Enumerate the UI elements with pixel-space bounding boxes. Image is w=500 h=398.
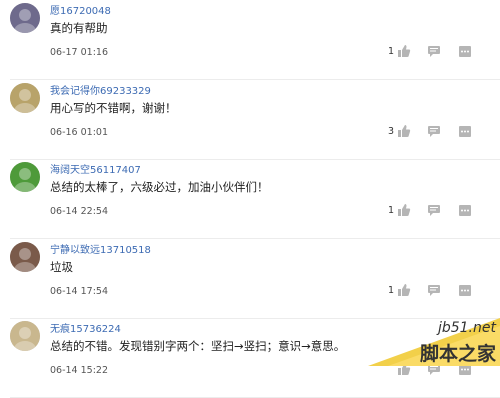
avatar-image: [10, 321, 40, 351]
username-link[interactable]: 海阔天空56117407: [50, 161, 141, 176]
reply-icon[interactable]: [427, 284, 441, 297]
thumbs-up-icon[interactable]: [397, 283, 411, 297]
thumbs-up-icon[interactable]: [397, 203, 411, 217]
avatar[interactable]: [10, 321, 40, 351]
avatar[interactable]: [10, 162, 40, 192]
avatar-image: [10, 162, 40, 192]
like-count: 3: [387, 126, 394, 137]
comment-actions: 1: [386, 203, 486, 219]
like-count: 1: [387, 285, 394, 296]
username-link[interactable]: 愿16720048: [50, 2, 111, 17]
avatar[interactable]: [10, 3, 40, 33]
comment-actions: 1: [386, 283, 486, 299]
watermark-name: 脚本之家: [419, 343, 496, 365]
comment-time: 06-14 15:22: [50, 365, 109, 376]
comment-actions: 1: [386, 44, 486, 60]
reply-icon[interactable]: [427, 45, 441, 58]
avatar-image: [10, 83, 40, 113]
more-options-icon[interactable]: [458, 45, 472, 58]
avatar[interactable]: [10, 242, 40, 272]
comment-item: 海阔天空56117407 总结的太棒了，六级必过，加油小伙伴们！ 06-14 2…: [0, 159, 500, 239]
comment-text: 用心写的不错啊，谢谢！: [50, 101, 177, 115]
comment-text: 真的有帮助: [50, 21, 108, 35]
comment-item: 宁静以致远13710518 垃圾 06-14 17:54 1: [0, 239, 500, 319]
avatar-image: [10, 3, 40, 33]
comment-item: 愿16720048 真的有帮助 06-17 01:16 1: [0, 0, 500, 80]
comment-text: 垃圾: [50, 260, 73, 274]
comment-actions: 3: [386, 124, 486, 140]
like-count: 1: [387, 46, 394, 57]
comment-time: 06-16 01:01: [50, 127, 109, 138]
more-options-icon[interactable]: [458, 125, 472, 138]
comment-time: 06-17 01:16: [50, 47, 109, 58]
avatar-image: [10, 242, 40, 272]
thumbs-up-icon[interactable]: [397, 44, 411, 58]
watermark-site: jb51.net: [437, 320, 496, 336]
username-link[interactable]: 宁静以致远13710518: [50, 241, 151, 256]
like-count: 1: [387, 205, 394, 216]
watermark: jb51.net 脚本之家: [358, 318, 500, 366]
more-options-icon[interactable]: [458, 204, 472, 217]
comment-time: 06-14 17:54: [50, 286, 109, 297]
avatar[interactable]: [10, 83, 40, 113]
comment-text: 总结的不错。发现错别字两个：坚扫→竖扫；意识→意思。: [50, 339, 346, 353]
username-link[interactable]: 无痕15736224: [50, 320, 121, 335]
reply-icon[interactable]: [427, 125, 441, 138]
comment-time: 06-14 22:54: [50, 206, 109, 217]
comment-text: 总结的太棒了，六级必过，加油小伙伴们！: [50, 180, 269, 194]
reply-icon[interactable]: [427, 204, 441, 217]
comment-item: 我会记得你69233329 用心写的不错啊，谢谢！ 06-16 01:01 3: [0, 80, 500, 160]
username-link[interactable]: 我会记得你69233329: [50, 82, 151, 97]
more-options-icon[interactable]: [458, 284, 472, 297]
thumbs-up-icon[interactable]: [397, 124, 411, 138]
